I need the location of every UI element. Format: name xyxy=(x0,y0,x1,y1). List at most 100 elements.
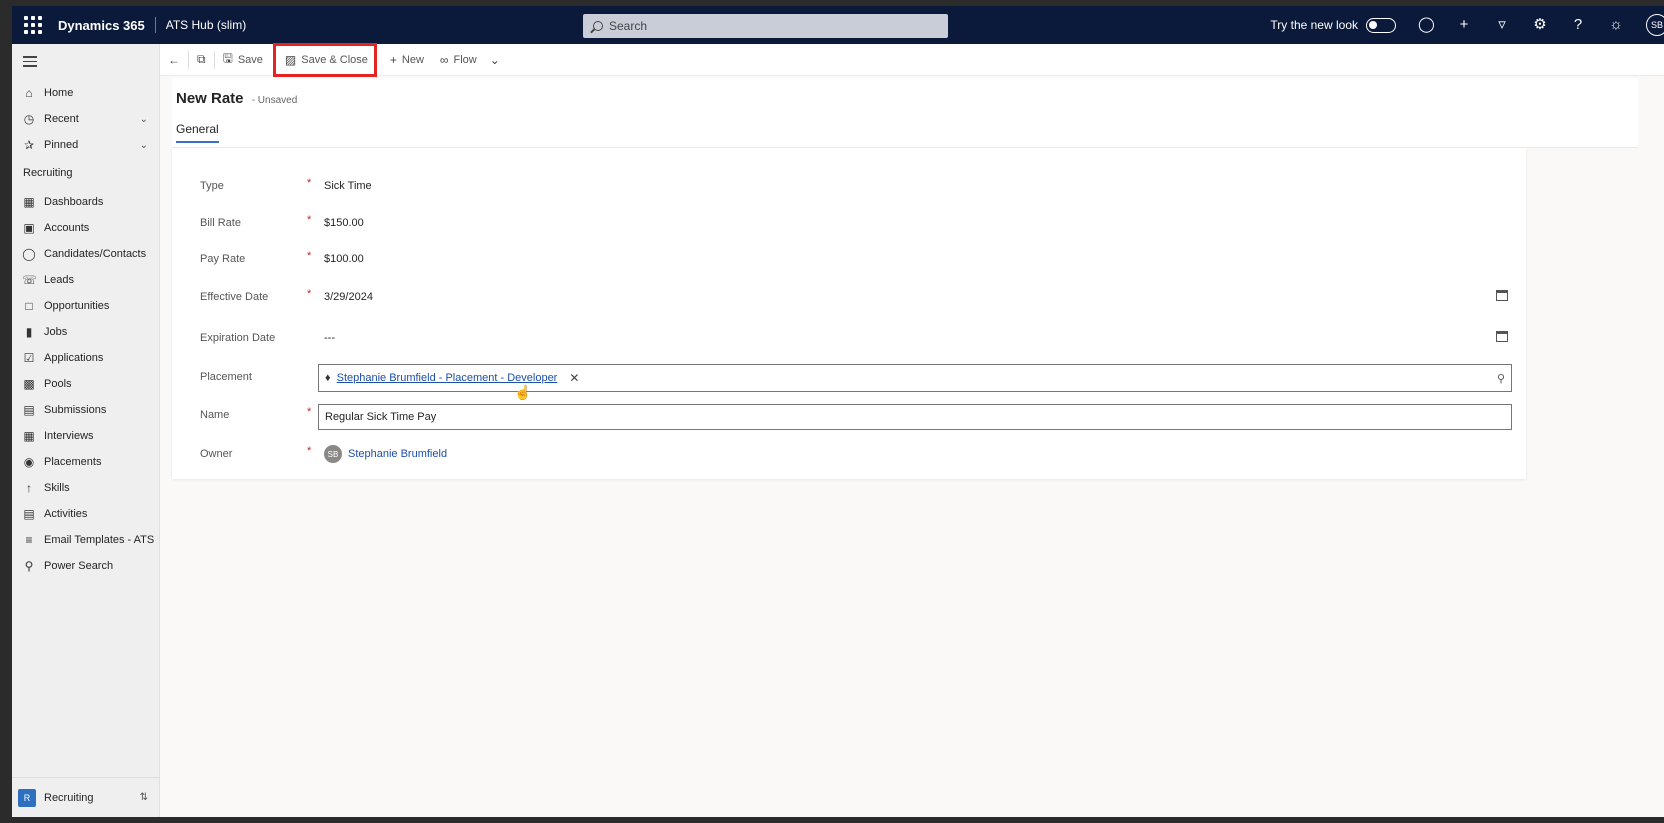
sidebar-item-label: Interviews xyxy=(44,430,94,442)
copilot-icon[interactable]: ☼ xyxy=(1608,17,1624,33)
save-status: - Unsaved xyxy=(251,95,298,106)
back-arrow-icon: ← xyxy=(168,52,180,67)
clipboard-icon: □ xyxy=(25,299,33,313)
field-bill-rate: Bill Rate * $150.00 xyxy=(172,212,1526,238)
sidebar-item-applications[interactable]: ☑ Applications xyxy=(12,347,160,369)
command-bar: ← ⧉ 🖫 Save ▨ Save & Close + New ∞ Flow ⌄ xyxy=(160,44,1664,76)
bill-rate-value[interactable]: $150.00 xyxy=(324,217,364,229)
field-name: Name * Regular Sick Time Pay xyxy=(172,404,1526,430)
new-label: New xyxy=(401,53,424,66)
sidebar-item-accounts[interactable]: ▣ Accounts xyxy=(12,217,160,239)
sidebar-item-activities[interactable]: ▤ Activities xyxy=(12,503,160,525)
sidebar-item-submissions[interactable]: ▤ Submissions xyxy=(12,399,160,421)
sidebar-item-home[interactable]: ⌂ Home xyxy=(12,82,160,104)
search-placeholder: Search xyxy=(609,19,648,33)
plus-icon[interactable]: + xyxy=(1456,17,1472,33)
page-title: New Rate - Unsaved xyxy=(176,90,297,107)
try-new-look-label: Try the new look xyxy=(1270,18,1358,32)
submissions-icon: ▤ xyxy=(23,403,35,417)
area-switcher[interactable]: R Recruiting ⇅ xyxy=(12,777,160,817)
placement-lookup[interactable]: ♦ Stephanie Brumfield - Placement - Deve… xyxy=(318,364,1512,392)
hamburger-icon[interactable] xyxy=(23,56,37,70)
sidebar-item-power-search[interactable]: ⚲ Power Search xyxy=(12,555,160,577)
back-button[interactable]: ← xyxy=(160,44,188,75)
app-name[interactable]: ATS Hub (slim) xyxy=(166,18,246,32)
close-icon[interactable]: ✕ xyxy=(569,371,579,385)
pay-rate-value[interactable]: $100.00 xyxy=(324,253,364,265)
sidebar-item-recent[interactable]: ◷ Recent ⌄ xyxy=(12,108,160,130)
search-icon: ⚲ xyxy=(24,559,34,573)
chevron-down-icon[interactable]: ⌄ xyxy=(140,114,148,125)
area-badge: R xyxy=(18,788,36,807)
sidebar-item-leads[interactable]: ☏ Leads xyxy=(12,269,160,291)
check-icon: ☑ xyxy=(23,351,35,365)
sidebar-item-label: Applications xyxy=(44,352,104,364)
sidebar-item-jobs[interactable]: ▮ Jobs xyxy=(12,321,160,343)
sidebar-item-placements[interactable]: ◉ Placements xyxy=(12,451,160,473)
calendar-icon[interactable] xyxy=(1496,331,1508,342)
settings-icon[interactable]: ⚙ xyxy=(1532,17,1548,33)
name-input[interactable]: Regular Sick Time Pay xyxy=(318,404,1512,430)
required-indicator: * xyxy=(307,177,312,189)
sidebar-item-interviews[interactable]: ▦ Interviews xyxy=(12,425,160,447)
new-look-toggle[interactable] xyxy=(1366,17,1396,33)
required-indicator: * xyxy=(307,288,312,300)
type-value[interactable]: Sick Time xyxy=(324,180,372,192)
sidebar-item-label: Submissions xyxy=(44,404,107,416)
sidebar-item-opportunities[interactable]: □ Opportunities xyxy=(12,295,160,317)
chevron-down-icon: ⌄ xyxy=(489,52,500,67)
layers-icon: ≡ xyxy=(25,533,33,547)
search-input[interactable]: Search xyxy=(583,14,948,38)
sidebar-item-skills[interactable]: ↑ Skills xyxy=(12,477,160,499)
app-launcher-icon[interactable] xyxy=(24,16,42,34)
placement-entity-icon: ♦ xyxy=(325,372,331,384)
lightbulb-icon[interactable]: ◯ xyxy=(1418,17,1435,33)
open-new-window-button[interactable]: ⧉ xyxy=(189,44,214,75)
expiration-date-value[interactable]: --- xyxy=(324,332,335,344)
user-avatar[interactable]: SB xyxy=(1646,14,1664,36)
divider xyxy=(154,17,156,33)
new-button[interactable]: + New xyxy=(376,44,432,75)
sidebar-item-dashboards[interactable]: ▦ Dashboards xyxy=(12,191,160,213)
save-label: Save xyxy=(237,53,263,66)
phone-icon: ☏ xyxy=(22,273,38,287)
sidebar-item-label: Email Templates - ATS xyxy=(44,534,155,546)
owner-link[interactable]: Stephanie Brumfield xyxy=(348,448,447,460)
field-pay-rate: Pay Rate * $100.00 xyxy=(172,248,1526,274)
field-placement: Placement ♦ Stephanie Brumfield - Placem… xyxy=(172,364,1526,394)
sidebar-item-label: Pinned xyxy=(44,139,79,151)
sidebar-item-label: Power Search xyxy=(44,560,114,572)
calendar-icon: ▦ xyxy=(23,429,35,443)
sidebar-item-label: Jobs xyxy=(44,326,68,338)
save-button[interactable]: 🖫 Save xyxy=(215,44,271,75)
skills-icon: ↑ xyxy=(26,481,32,495)
placement-link[interactable]: Stephanie Brumfield - Placement - Develo… xyxy=(337,372,558,384)
calendar-icon[interactable] xyxy=(1496,290,1508,301)
sidebar-item-label: Opportunities xyxy=(44,300,110,312)
flow-button[interactable]: ∞ Flow ⌄ xyxy=(432,44,508,75)
sidebar-item-pools[interactable]: ▩ Pools xyxy=(12,373,160,395)
field-label: Placement xyxy=(200,371,252,383)
area-label: Recruiting xyxy=(44,791,94,804)
sidebar-item-email-templates[interactable]: ≡ Email Templates - ATS xyxy=(12,529,160,551)
field-type: Type * Sick Time xyxy=(172,175,1526,201)
sidebar-item-candidates[interactable]: ◯ Candidates/Contacts xyxy=(12,243,160,265)
field-label: Expiration Date xyxy=(200,332,276,344)
required-indicator: * xyxy=(307,214,312,226)
form-section: Type * Sick Time Bill Rate * $150.00 Pay… xyxy=(172,148,1526,479)
field-label: Name xyxy=(200,409,230,421)
pin-icon: ✰ xyxy=(23,138,35,152)
help-icon[interactable]: ? xyxy=(1570,17,1586,33)
effective-date-value[interactable]: 3/29/2024 xyxy=(324,291,373,303)
chevron-down-icon[interactable]: ⌄ xyxy=(140,140,148,151)
placements-icon: ◉ xyxy=(23,455,35,469)
search-icon[interactable]: ⚲ xyxy=(1497,372,1505,385)
top-nav-bar: Dynamics 365 ATS Hub (slim) Search Try t… xyxy=(12,6,1664,44)
try-new-look[interactable]: Try the new look xyxy=(1270,17,1396,33)
brand-name[interactable]: Dynamics 365 xyxy=(58,18,145,33)
tab-general[interactable]: General xyxy=(176,122,219,143)
sidebar-item-pinned[interactable]: ✰ Pinned ⌄ xyxy=(12,134,160,156)
clock-icon: ◷ xyxy=(23,112,35,126)
field-owner: Owner * SB Stephanie Brumfield xyxy=(172,443,1526,469)
filter-icon[interactable]: ▿ xyxy=(1494,17,1510,33)
